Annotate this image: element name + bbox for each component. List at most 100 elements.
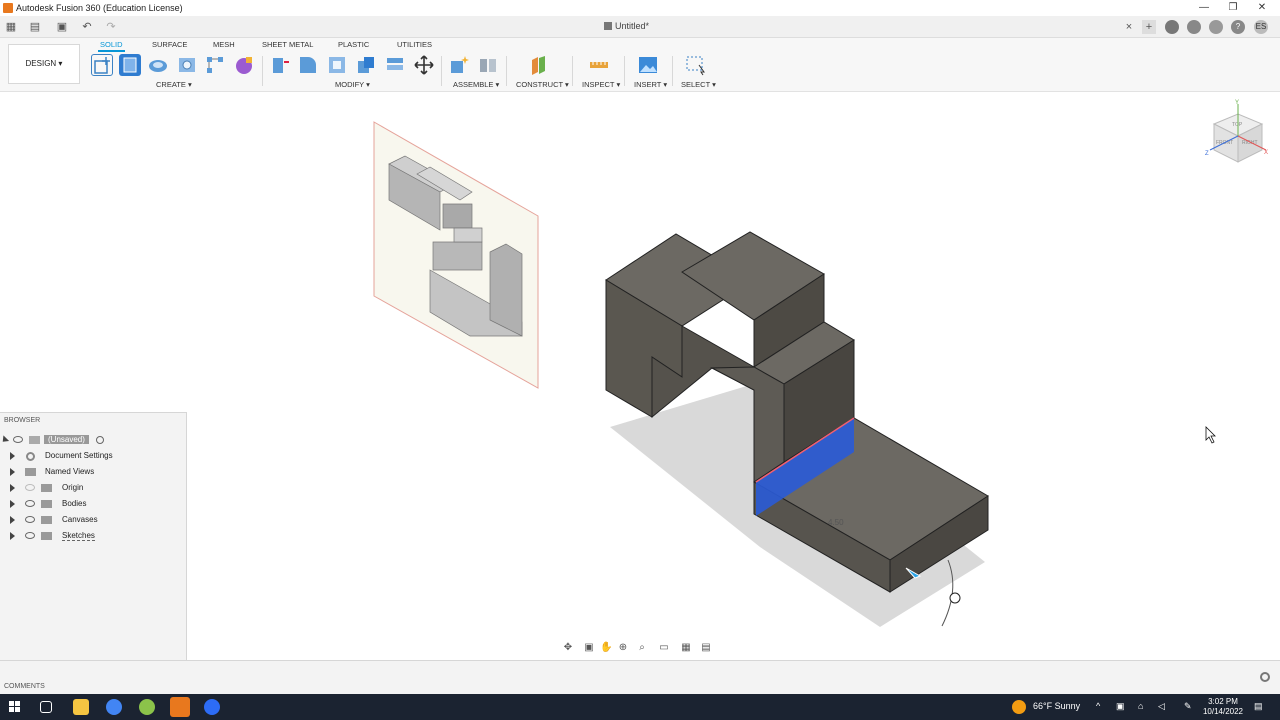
dimension-label[interactable]: 4.50 <box>828 518 844 527</box>
clock[interactable]: 3:02 PM 10/14/2022 <box>1200 697 1246 717</box>
hole-icon[interactable] <box>176 54 198 76</box>
zoom-icon[interactable]: ⊕ <box>617 642 629 654</box>
expand-triangle-icon[interactable] <box>10 468 15 476</box>
notifications-icon[interactable] <box>1209 20 1223 34</box>
visibility-eye-icon[interactable] <box>25 484 35 491</box>
workspace-switcher[interactable]: DESIGN ▾ <box>8 44 80 84</box>
tab-solid[interactable]: SOLID <box>98 40 124 52</box>
app-icon[interactable] <box>139 699 155 715</box>
assemble-group-label[interactable]: ASSEMBLE ▾ <box>453 80 499 89</box>
collapse-triangle-icon[interactable] <box>0 435 10 445</box>
extensions-icon[interactable] <box>1165 20 1179 34</box>
tray-app-icon[interactable]: ▣ <box>1116 701 1125 712</box>
pattern-icon[interactable] <box>204 54 226 76</box>
browser-item-canvases[interactable]: Canvases <box>0 513 187 527</box>
tab-utilities[interactable]: UTILITIES <box>397 40 432 49</box>
visibility-eye-icon[interactable] <box>13 436 23 443</box>
3d-viewport[interactable]: 4.50 TOP FRONT RIGHT Y X Z <box>0 92 1280 660</box>
tab-plastic[interactable]: PLASTIC <box>338 40 369 49</box>
activate-radio-icon[interactable] <box>96 436 104 444</box>
create-group-label[interactable]: CREATE ▾ <box>156 80 192 89</box>
minimize-button[interactable]: — <box>1196 1 1212 15</box>
network-icon[interactable]: ⌂ <box>1138 701 1143 711</box>
viewcube[interactable]: TOP FRONT RIGHT Y X Z <box>1205 100 1268 163</box>
browser-item-document-settings[interactable]: Document Settings <box>0 449 187 463</box>
orbit-icon[interactable]: ✥ <box>562 642 574 654</box>
expand-triangle-icon[interactable] <box>10 516 15 524</box>
modify-group-label[interactable]: MODIFY ▾ <box>335 80 370 89</box>
offset-face-icon[interactable] <box>384 54 406 76</box>
browser-item-origin[interactable]: Origin <box>0 481 187 495</box>
fit-icon[interactable]: ⌕ <box>636 642 648 654</box>
viewports-icon[interactable]: ▤ <box>700 642 712 654</box>
notification-center-icon[interactable]: ▤ <box>1254 701 1263 712</box>
expand-triangle-icon[interactable] <box>10 484 15 492</box>
pan-icon[interactable]: ✋ <box>600 642 612 654</box>
file-menu-icon[interactable]: ▤ <box>28 20 42 34</box>
look-at-icon[interactable]: ▣ <box>583 642 595 654</box>
extrude-icon[interactable] <box>119 54 141 76</box>
tab-mesh[interactable]: MESH <box>213 40 235 49</box>
close-document-tab-icon[interactable]: × <box>1122 20 1136 34</box>
close-window-button[interactable]: ✕ <box>1254 1 1270 15</box>
press-pull-icon[interactable] <box>269 54 291 76</box>
create-sketch-icon[interactable] <box>91 54 113 76</box>
rotate-handle[interactable] <box>949 592 961 604</box>
revolve-icon[interactable] <box>147 54 169 76</box>
browser-item-bodies[interactable]: Bodies <box>0 497 187 511</box>
zoom-app-icon[interactable] <box>204 699 220 715</box>
settings-gear-icon[interactable] <box>1259 671 1271 683</box>
volume-icon[interactable]: ◁ <box>1158 701 1165 712</box>
task-view-icon[interactable] <box>40 701 52 713</box>
weather-text[interactable]: 66°F Sunny <box>1033 701 1080 711</box>
joint-icon[interactable] <box>477 54 499 76</box>
user-avatar[interactable]: ES <box>1254 20 1268 34</box>
expand-triangle-icon[interactable] <box>10 500 15 508</box>
tray-chevron-icon[interactable]: ^ <box>1096 701 1100 711</box>
new-component-icon[interactable] <box>448 54 470 76</box>
apps-grid-icon[interactable]: ▦ <box>4 20 18 34</box>
redo-icon[interactable]: ↷ <box>104 20 118 34</box>
form-icon[interactable] <box>233 54 255 76</box>
combine-icon[interactable] <box>355 54 377 76</box>
measure-icon[interactable] <box>588 54 610 76</box>
new-tab-icon[interactable]: + <box>1142 20 1156 34</box>
help-icon[interactable]: ? <box>1231 20 1245 34</box>
undo-icon[interactable]: ↶ <box>80 20 94 34</box>
windows-start-icon[interactable] <box>9 701 21 713</box>
select-window-icon[interactable] <box>684 54 706 76</box>
weather-sun-icon[interactable] <box>1012 700 1026 714</box>
expand-triangle-icon[interactable] <box>10 532 15 540</box>
toolbar-separator <box>262 56 263 86</box>
save-icon[interactable]: ▣ <box>55 20 69 34</box>
grid-settings-icon[interactable]: ▦ <box>680 642 692 654</box>
document-tab[interactable]: Untitled* <box>604 21 649 31</box>
expand-triangle-icon[interactable] <box>10 452 15 460</box>
item-label: Canvases <box>62 515 98 524</box>
visibility-eye-icon[interactable] <box>25 500 35 507</box>
browser-root-item[interactable]: (Unsaved) <box>0 433 187 447</box>
restore-button[interactable]: ❐ <box>1225 1 1241 15</box>
select-group-label[interactable]: SELECT ▾ <box>681 80 716 89</box>
visibility-eye-icon[interactable] <box>25 532 35 539</box>
construct-group-label[interactable]: CONSTRUCT ▾ <box>516 80 569 89</box>
tab-surface[interactable]: SURFACE <box>152 40 187 49</box>
job-status-icon[interactable] <box>1187 20 1201 34</box>
inspect-group-label[interactable]: INSPECT ▾ <box>582 80 620 89</box>
shell-icon[interactable] <box>326 54 348 76</box>
chrome-icon[interactable] <box>106 699 122 715</box>
file-explorer-icon[interactable] <box>73 699 89 715</box>
fillet-icon[interactable] <box>297 54 319 76</box>
browser-item-named-views[interactable]: Named Views <box>0 465 187 479</box>
visibility-eye-icon[interactable] <box>25 516 35 523</box>
tab-sheet-metal[interactable]: SHEET METAL <box>262 40 313 49</box>
offset-plane-icon[interactable] <box>528 54 550 76</box>
insert-image-icon[interactable] <box>637 54 659 76</box>
fusion-taskbar-icon[interactable] <box>170 697 190 717</box>
move-copy-icon[interactable] <box>413 54 435 76</box>
viewcube-top-label[interactable]: TOP <box>1232 122 1243 128</box>
pen-icon[interactable]: ✎ <box>1184 701 1192 712</box>
browser-item-sketches[interactable]: Sketches <box>0 529 187 543</box>
display-settings-icon[interactable]: ▭ <box>658 642 670 654</box>
insert-group-label[interactable]: INSERT ▾ <box>634 80 667 89</box>
